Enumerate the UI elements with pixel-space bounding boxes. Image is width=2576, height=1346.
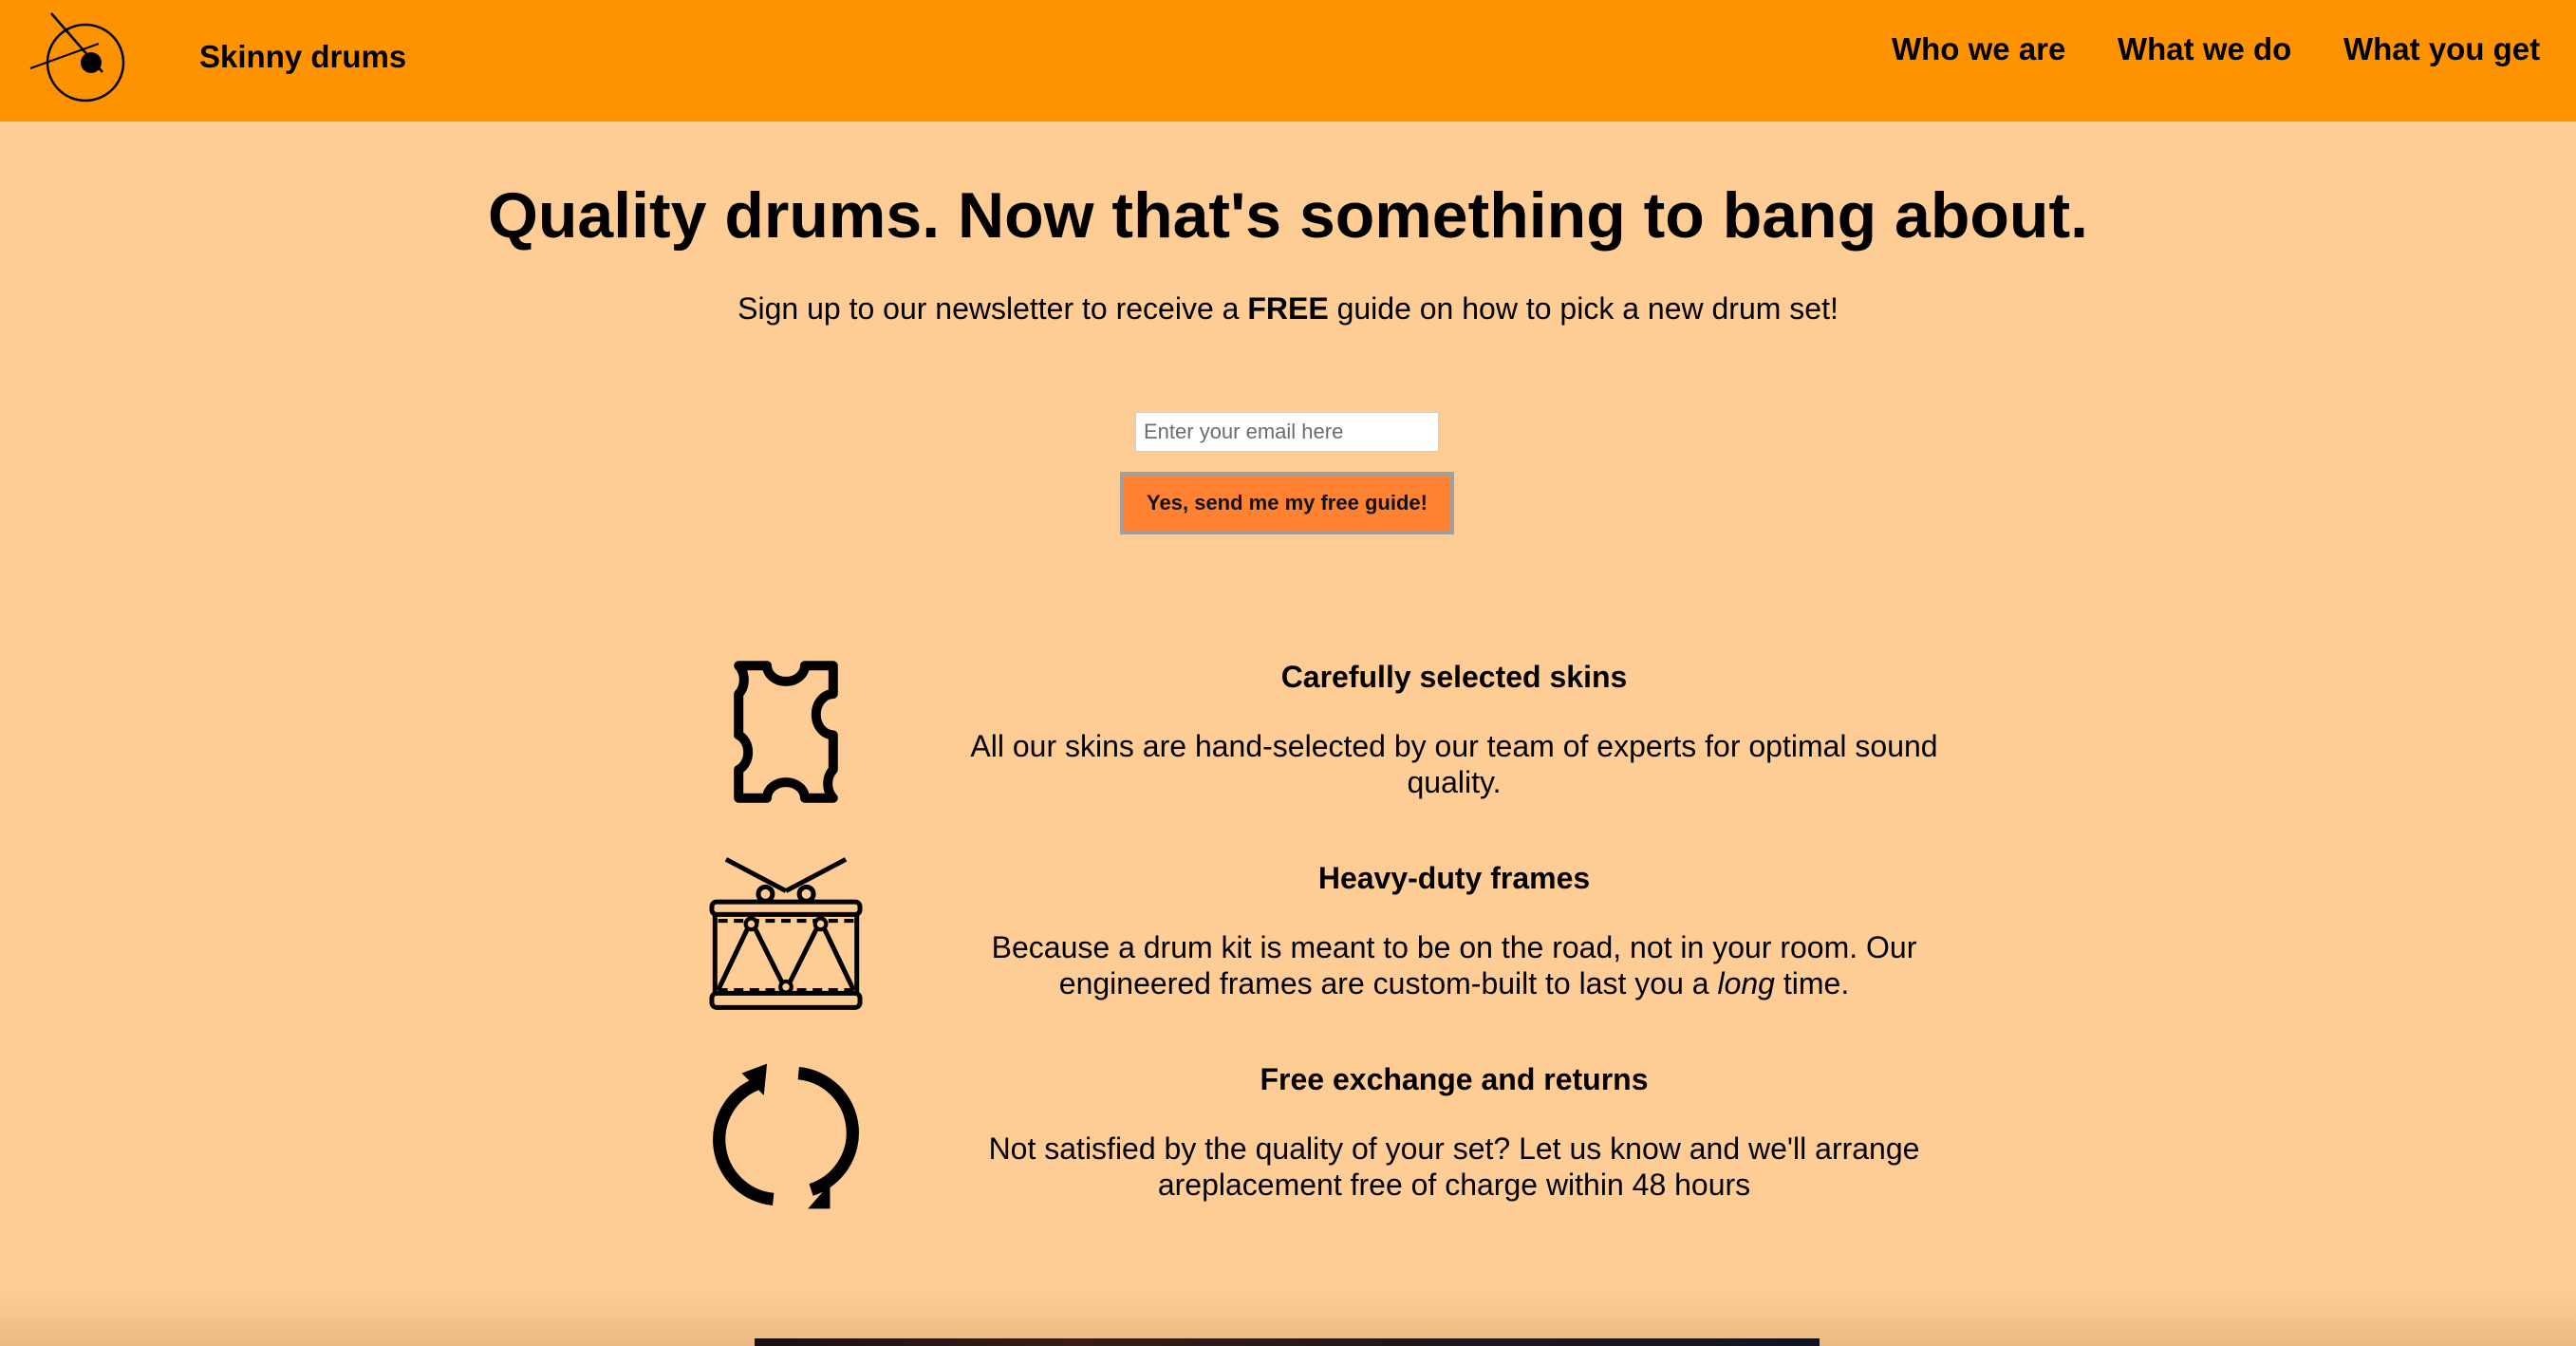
nav-link-who-we-are[interactable]: Who we are [1892,30,2065,68]
frames-text-end: time. [1774,966,1850,1000]
nav-link-what-you-get[interactable]: What you get [2343,30,2540,68]
feature-text-returns: Not satisfied by the quality of your set… [988,1131,1920,1202]
email-input[interactable] [1135,412,1439,452]
video-preview[interactable] [755,1338,1820,1346]
nav-link-what-we-do[interactable]: What we do [2118,30,2291,68]
subtitle-text-end: guide on how to pick a new drum set! [1328,291,1839,326]
site-header: Skinny drums Who we are What we do What … [0,0,2576,122]
feature-title-returns: Free exchange and returns [1260,1062,1649,1096]
subtitle-text-start: Sign up to our newsletter to receive a [737,291,1248,326]
subtitle-free-emphasis: FREE [1247,291,1329,326]
exchange-arrows-icon [707,1057,865,1215]
page-title: Quality drums. Now that's something to b… [488,179,2088,252]
frames-text-emphasis: long [1717,966,1775,1000]
send-free-guide-button[interactable]: Yes, send me my free guide! [1120,472,1454,534]
feature-title-skins: Carefully selected skins [1280,660,1628,694]
feature-title-frames: Heavy-duty frames [1317,861,1591,895]
brand-name[interactable]: Skinny drums [199,38,406,76]
drum-logo-icon[interactable] [27,9,137,112]
leather-skin-icon [707,653,865,811]
drum-icon [707,856,865,1014]
newsletter-subtitle: Sign up to our newsletter to receive a F… [0,290,2576,327]
feature-text-frames: Because a drum kit is meant to be on the… [949,929,1959,1001]
feature-text-skins: All our skins are hand-selected by our t… [970,729,1938,799]
